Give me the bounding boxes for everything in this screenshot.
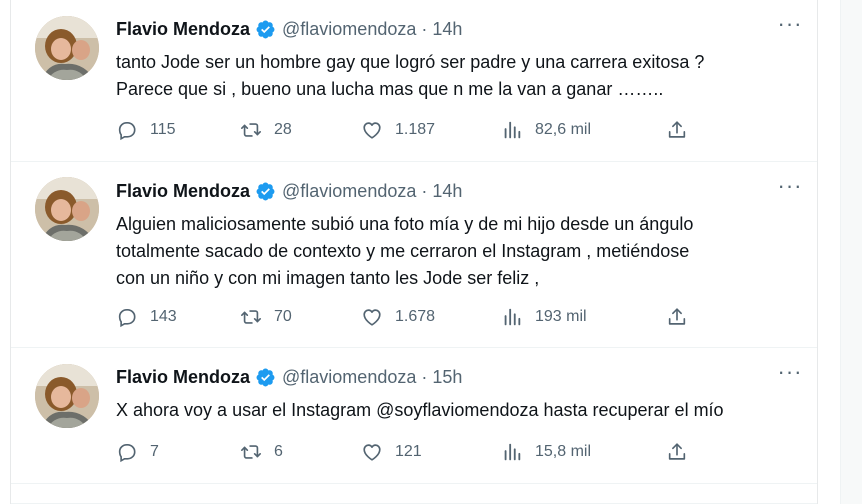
views-chart-icon — [504, 121, 521, 139]
retweet-icon — [241, 123, 261, 137]
next-tweet-edge — [11, 484, 817, 504]
views-button[interactable]: 193 mil — [501, 302, 587, 332]
avatar[interactable] — [35, 16, 99, 80]
tweet[interactable]: Flavio Mendoza @flaviomendoza · 15h ··· … — [11, 348, 817, 484]
reply-count: 115 — [150, 121, 176, 138]
retweet-button[interactable]: 6 — [240, 437, 283, 467]
views-count: 15,8 mil — [535, 443, 592, 460]
share-icon — [668, 121, 686, 138]
avatar[interactable] — [35, 364, 99, 428]
heart-icon — [363, 309, 381, 326]
views-chart-icon — [504, 308, 521, 326]
retweet-count: 28 — [274, 121, 292, 138]
views-button[interactable]: 82,6 mil — [501, 115, 591, 145]
reply-icon — [118, 309, 136, 328]
retweet-icon — [241, 445, 261, 459]
verified-badge-icon — [255, 181, 276, 202]
more-options-icon[interactable]: ··· — [777, 361, 803, 385]
share-button[interactable] — [666, 302, 688, 332]
author-name[interactable]: Flavio Mendoza — [116, 181, 250, 202]
author-handle[interactable]: @flaviomendoza — [282, 181, 416, 202]
like-button[interactable]: 1.187 — [361, 115, 435, 145]
tweet-actions: 143 70 1.678 193 mil — [116, 302, 696, 332]
avatar[interactable] — [35, 177, 99, 241]
views-chart-icon — [504, 443, 521, 461]
author-handle[interactable]: @flaviomendoza — [282, 19, 416, 40]
share-icon — [668, 308, 686, 325]
reply-icon — [118, 444, 136, 463]
tweet[interactable]: Flavio Mendoza @flaviomendoza · 14h ··· … — [11, 0, 817, 162]
share-button[interactable] — [666, 115, 688, 145]
like-button[interactable]: 121 — [361, 437, 422, 467]
reply-button[interactable]: 115 — [116, 115, 176, 145]
more-options-icon[interactable]: ··· — [777, 175, 803, 199]
views-count: 193 mil — [535, 308, 587, 325]
reply-count: 7 — [150, 443, 159, 460]
tweet-timestamp[interactable]: 14h — [432, 19, 462, 40]
like-button[interactable]: 1.678 — [361, 302, 435, 332]
reply-count: 143 — [150, 308, 177, 325]
retweet-count: 70 — [274, 308, 292, 325]
more-options-icon[interactable]: ··· — [777, 13, 803, 37]
separator-dot: · — [421, 366, 428, 387]
tweet-text: tanto Jode ser un hombre gay que logró s… — [116, 52, 705, 99]
verified-badge-icon — [255, 367, 276, 388]
like-count: 1.187 — [395, 121, 436, 138]
reply-icon — [118, 122, 136, 141]
separator-dot: · — [421, 18, 428, 39]
tweet-actions: 7 6 121 15,8 mil — [116, 437, 696, 467]
scrollbar-track[interactable] — [840, 0, 862, 504]
tweet-actions: 115 28 1.187 82,6 mil — [116, 115, 696, 145]
heart-icon — [363, 444, 381, 461]
heart-icon — [363, 122, 381, 139]
retweet-count: 6 — [274, 443, 283, 460]
retweet-icon — [241, 310, 261, 324]
tweet-text: Alguien maliciosamente subió una foto mí… — [116, 214, 694, 288]
tweet[interactable]: Flavio Mendoza @flaviomendoza · 14h ··· … — [11, 162, 817, 348]
tweet-timestamp[interactable]: 15h — [432, 367, 462, 388]
retweet-button[interactable]: 70 — [240, 302, 292, 332]
like-count: 121 — [395, 443, 422, 460]
reply-button[interactable]: 143 — [116, 302, 177, 332]
tweet-text: X ahora voy a usar el Instagram @soyflav… — [116, 400, 724, 420]
share-button[interactable] — [666, 437, 688, 467]
views-count: 82,6 mil — [535, 121, 592, 138]
author-name[interactable]: Flavio Mendoza — [116, 19, 250, 40]
retweet-button[interactable]: 28 — [240, 115, 292, 145]
views-button[interactable]: 15,8 mil — [501, 437, 591, 467]
author-handle[interactable]: @flaviomendoza — [282, 367, 416, 388]
reply-button[interactable]: 7 — [116, 437, 159, 467]
tweet-timestamp[interactable]: 14h — [432, 181, 462, 202]
like-count: 1.678 — [395, 308, 436, 325]
separator-dot: · — [421, 180, 428, 201]
author-name[interactable]: Flavio Mendoza — [116, 367, 250, 388]
share-icon — [668, 443, 686, 460]
verified-badge-icon — [255, 19, 276, 40]
